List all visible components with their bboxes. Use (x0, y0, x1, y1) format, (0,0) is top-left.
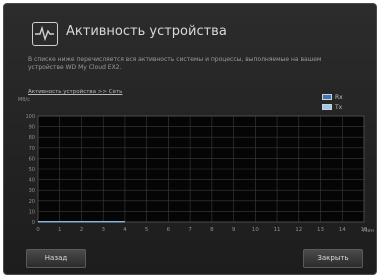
dialog-description: В списке ниже перечисляется вся активнос… (28, 56, 322, 71)
y-tick-label: 20 (29, 199, 35, 205)
x-tick-label: 7 (188, 227, 192, 233)
x-tick-label: 15 (361, 227, 368, 233)
x-tick-label: 5 (145, 227, 149, 233)
legend-label-rx: Rx (335, 93, 343, 101)
x-tick-label: 0 (36, 227, 40, 233)
legend-item-rx: Rx (322, 92, 343, 102)
y-tick-label: 10 (29, 209, 35, 215)
x-tick-label: 11 (274, 227, 281, 233)
y-tick-label: 70 (29, 146, 35, 152)
y-tick-label: 0 (32, 220, 35, 226)
x-tick-label: 3 (101, 227, 105, 233)
y-tick-label: 90 (29, 125, 35, 131)
x-tick-label: 6 (167, 227, 171, 233)
activity-pulse-icon (32, 22, 58, 46)
y-tick-label: 30 (29, 188, 35, 194)
legend-swatch-rx (322, 94, 332, 100)
y-tick-label: 60 (29, 156, 35, 162)
x-tick-label: 14 (339, 227, 346, 233)
y-tick-label: 100 (25, 114, 35, 120)
y-tick-label: 50 (29, 167, 35, 173)
dialog-title: Активность устройства (66, 24, 227, 39)
network-activity-chart: 01020304050607080901000 1 2 3 4 5 6 7 8 9 10 11 12 13… (25, 114, 368, 233)
close-button[interactable]: Закрыть (303, 249, 363, 268)
x-tick-label: 8 (210, 227, 214, 233)
y-axis-label: Мб/с (18, 97, 30, 103)
network-activity-link[interactable]: Активность устройства >> Сеть (28, 89, 122, 95)
x-tick-label: 2 (80, 227, 84, 233)
x-tick-label: 13 (317, 227, 324, 233)
x-tick-label: 9 (232, 227, 236, 233)
back-button[interactable]: Назад (26, 249, 86, 268)
y-tick-label: 40 (29, 178, 35, 184)
x-tick-label: 10 (252, 227, 259, 233)
x-tick-label: 1 (58, 227, 62, 233)
x-tick-label: 12 (295, 227, 302, 233)
y-tick-label: 80 (29, 135, 35, 141)
x-tick-label: 4 (123, 227, 127, 233)
